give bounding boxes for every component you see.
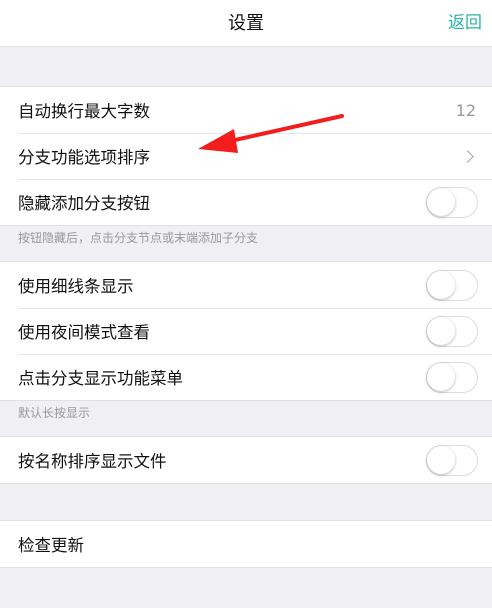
row-click-branch-menu: 点击分支显示功能菜单 (0, 354, 492, 400)
row-label: 点击分支显示功能菜单 (18, 369, 183, 388)
settings-group-2: 使用细线条显示 使用夜间模式查看 点击分支显示功能菜单 (0, 261, 492, 401)
navigation-bar: 设置 返回 (0, 0, 492, 47)
click-branch-menu-toggle[interactable] (426, 361, 478, 393)
toggle-knob (427, 362, 455, 391)
default-long-press-note: 默认长按显示 (18, 406, 91, 420)
row-label: 隐藏添加分支按钮 (18, 194, 150, 213)
row-thin-lines: 使用细线条显示 (0, 262, 492, 308)
row-label: 使用细线条显示 (18, 277, 134, 296)
row-label: 按名称排序显示文件 (18, 452, 167, 471)
row-label: 使用夜间模式查看 (18, 323, 150, 342)
row-sort-files-by-name: 按名称排序显示文件 (0, 437, 492, 483)
row-hide-add-branch-button: 隐藏添加分支按钮 (0, 179, 492, 225)
max-chars-value: 12 (455, 100, 476, 120)
sort-by-name-toggle[interactable] (426, 444, 478, 476)
hide-button-note: 按钮隐藏后，点击分支节点或末端添加子分支 (18, 231, 259, 245)
hide-add-branch-toggle[interactable] (426, 186, 478, 218)
row-check-update[interactable]: 检查更新 (0, 521, 492, 567)
toggle-knob (427, 445, 455, 474)
row-label: 检查更新 (18, 536, 84, 555)
thin-lines-toggle[interactable] (426, 269, 478, 301)
page-title: 设置 (228, 13, 264, 34)
toggle-knob (427, 187, 455, 216)
row-night-mode: 使用夜间模式查看 (0, 308, 492, 354)
settings-group-4: 检查更新 (0, 520, 492, 568)
chevron-right-icon (461, 149, 474, 163)
toggle-knob (427, 270, 455, 299)
annotation-arrow-icon (198, 114, 344, 153)
night-mode-toggle[interactable] (426, 315, 478, 347)
back-button[interactable]: 返回 (448, 0, 482, 47)
toggle-knob (427, 316, 455, 345)
settings-group-3: 按名称排序显示文件 (0, 436, 492, 484)
